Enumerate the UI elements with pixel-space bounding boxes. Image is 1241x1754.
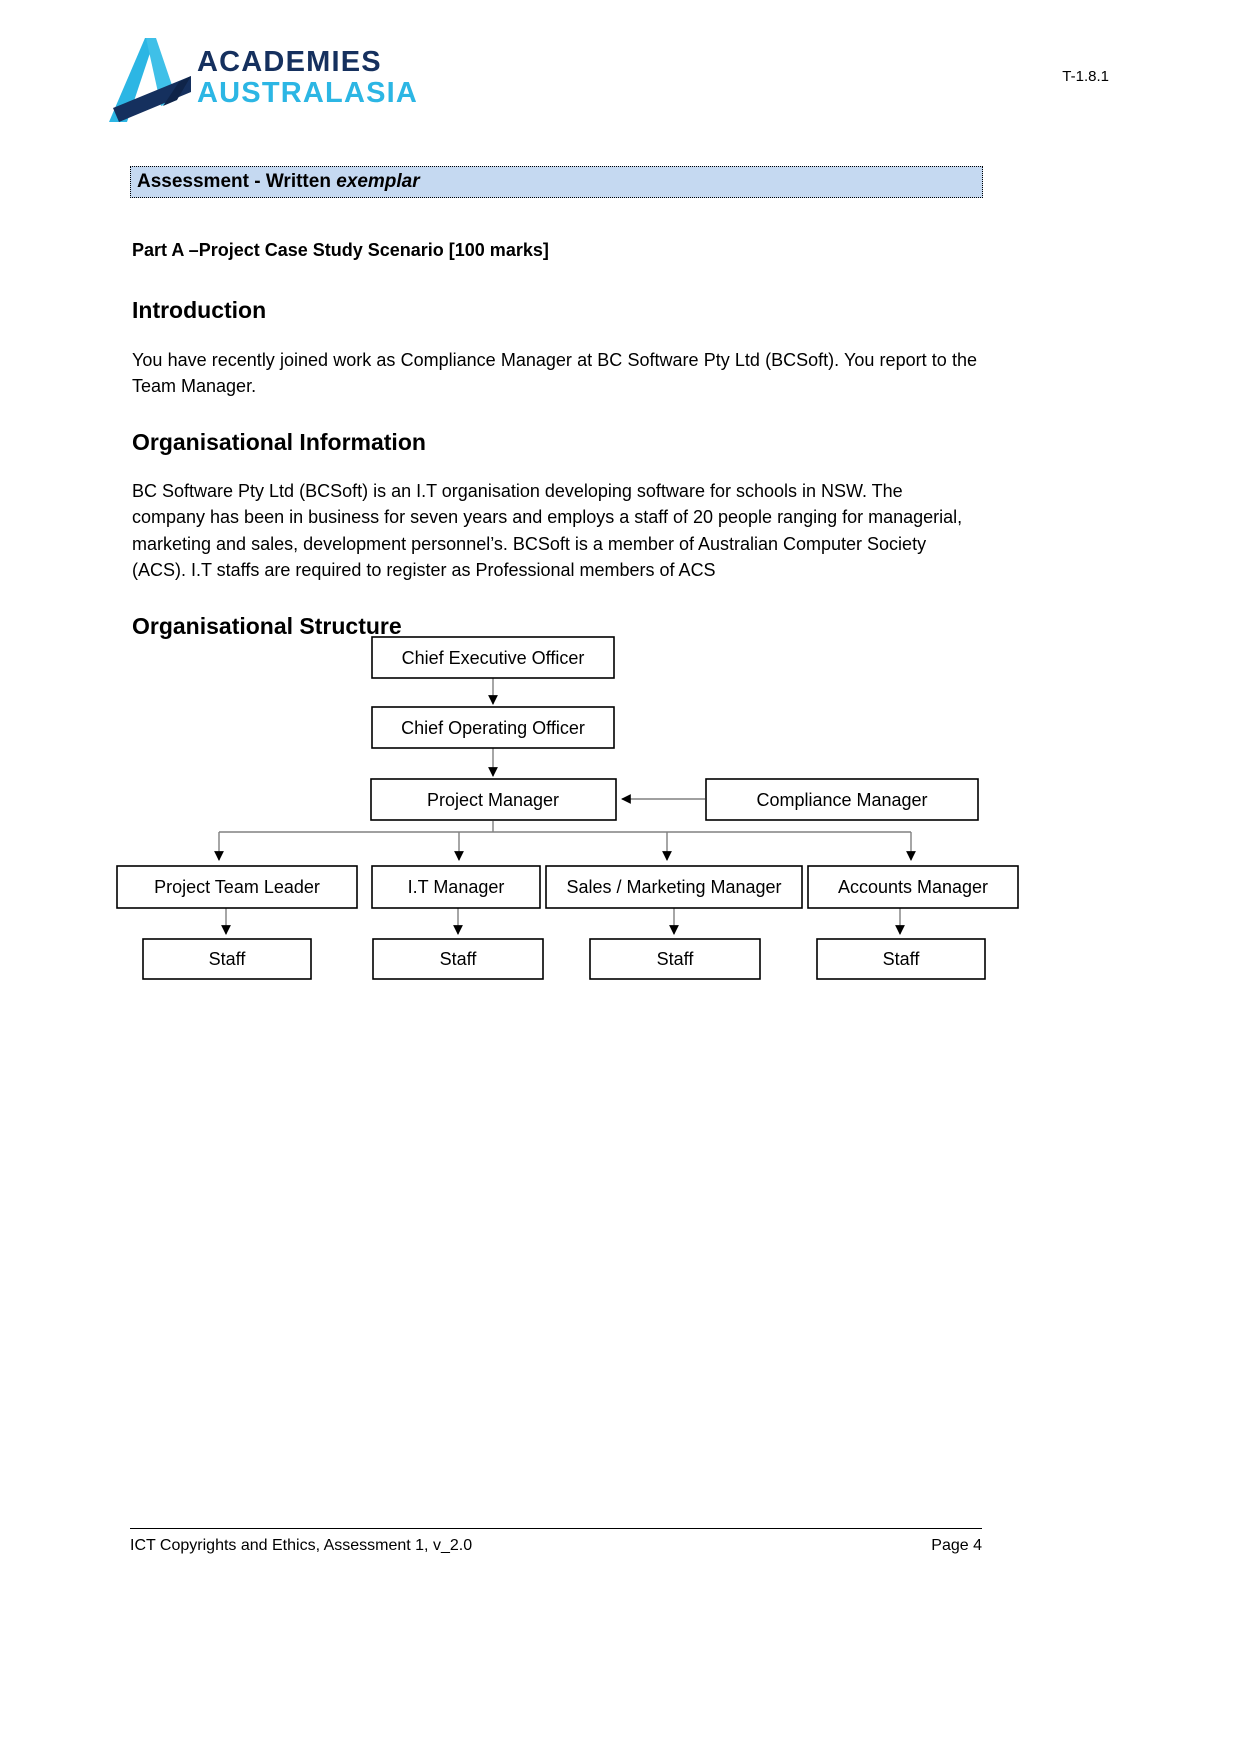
org-node-project-team-leader: Project Team Leader xyxy=(116,865,358,909)
org-node-label: Sales / Marketing Manager xyxy=(566,877,781,897)
org-node-accounts-manager: Accounts Manager xyxy=(807,865,1019,909)
logo-line-australasia: AUSTRALASIA xyxy=(197,77,419,109)
org-node-compliance-manager: Compliance Manager xyxy=(705,778,979,821)
document-code: T-1.8.1 xyxy=(1062,68,1109,85)
org-node-staff-1: Staff xyxy=(142,938,312,980)
assessment-title-italic: exemplar xyxy=(336,171,420,192)
assessment-title-bar: Assessment - Written exemplar xyxy=(130,166,983,198)
org-node-label: Project Manager xyxy=(427,790,559,810)
org-node-label: Accounts Manager xyxy=(838,877,988,897)
org-node-sales-marketing-manager: Sales / Marketing Manager xyxy=(545,865,803,909)
logo-wordmark: ACADEMIES AUSTRALASIA xyxy=(197,48,418,108)
introduction-paragraph: You have recently joined work as Complia… xyxy=(132,349,977,396)
footer-row: ICT Copyrights and Ethics, Assessment 1,… xyxy=(130,1529,982,1555)
org-node-it-manager: I.T Manager xyxy=(371,865,541,909)
org-node-label: Staff xyxy=(883,949,921,969)
org-node-chief-operating-officer: Chief Operating Officer xyxy=(371,706,615,749)
org-node-label: Project Team Leader xyxy=(154,877,320,897)
org-node-label: Compliance Manager xyxy=(756,790,927,810)
org-chart-svg: Chief Executive Officer Chief Operating … xyxy=(116,636,1019,980)
assessment-title-text: Assessment - Written exemplar xyxy=(131,171,420,193)
part-a-heading: Part A –Project Case Study Scenario [100… xyxy=(132,240,549,260)
org-node-label: Chief Executive Officer xyxy=(402,648,585,668)
page-header: ACADEMIES AUSTRALASIA T-1.8.1 xyxy=(0,0,1241,150)
organisational-information-paragraph: BC Software Pty Ltd (BCSoft) is an I.T o… xyxy=(132,481,963,580)
introduction-heading: Introduction xyxy=(132,297,267,323)
organisational-information-heading: Organisational Information xyxy=(132,428,426,455)
org-node-chief-executive-officer: Chief Executive Officer xyxy=(371,636,615,679)
assessment-title-plain: Assessment - Written xyxy=(137,171,337,192)
org-node-staff-2: Staff xyxy=(372,938,544,980)
org-node-label: Staff xyxy=(657,949,695,969)
footer-page-number: Page 4 xyxy=(931,1537,982,1554)
org-node-label: Chief Operating Officer xyxy=(401,718,585,738)
org-node-staff-4: Staff xyxy=(816,938,986,980)
org-node-label: I.T Manager xyxy=(408,877,505,897)
logo: ACADEMIES AUSTRALASIA xyxy=(93,36,417,126)
org-node-label: Staff xyxy=(440,949,478,969)
document-content: Part A –Project Case Study Scenario [100… xyxy=(132,240,977,662)
organisational-structure-chart: Chief Executive Officer Chief Operating … xyxy=(0,620,1241,1020)
logo-line-academies: ACADEMIES xyxy=(197,46,382,78)
org-node-staff-3: Staff xyxy=(589,938,761,980)
org-node-label: Staff xyxy=(209,949,247,969)
org-node-project-manager: Project Manager xyxy=(370,778,617,821)
footer-document-label: ICT Copyrights and Ethics, Assessment 1,… xyxy=(130,1537,473,1554)
academies-australasia-mark-icon xyxy=(109,38,191,122)
page-footer: ICT Copyrights and Ethics, Assessment 1,… xyxy=(130,1528,982,1555)
